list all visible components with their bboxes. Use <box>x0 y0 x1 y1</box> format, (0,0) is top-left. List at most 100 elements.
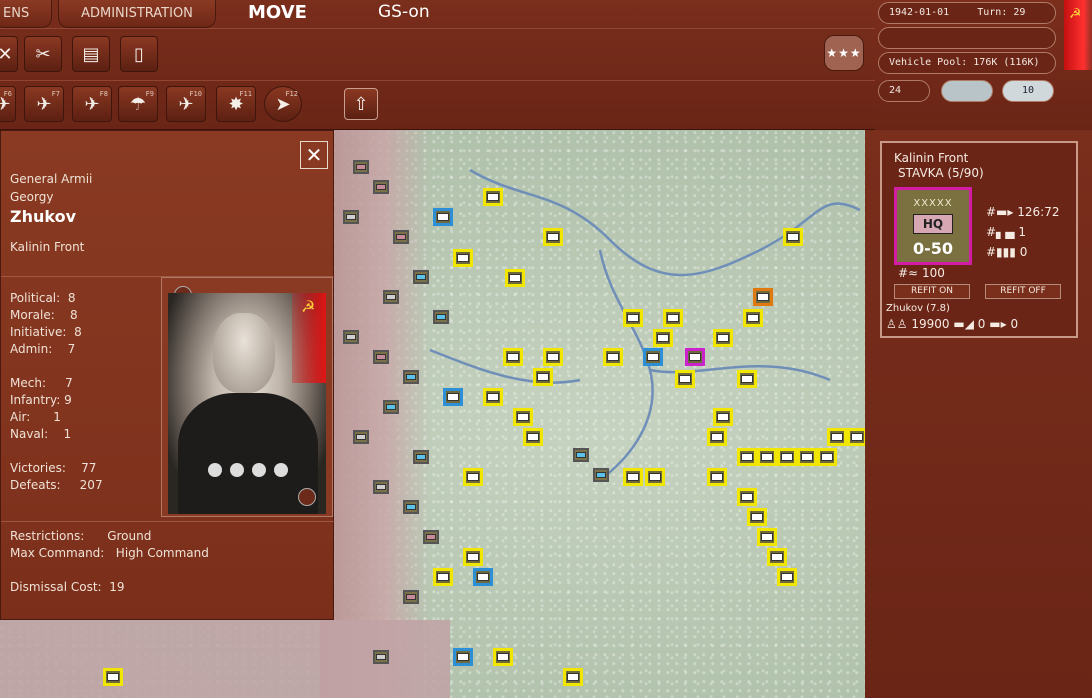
enemy-unit-counter[interactable] <box>343 330 359 344</box>
enemy-unit-counter[interactable] <box>353 160 369 174</box>
f9-button[interactable]: F9 ☂ <box>118 86 158 122</box>
enemy-unit-counter[interactable] <box>413 450 429 464</box>
unit-type: HQ <box>913 214 953 234</box>
refit-on-button[interactable]: REFIT ON <box>894 284 970 299</box>
unit-counter[interactable] <box>675 370 695 388</box>
unit-counter-orange[interactable] <box>753 288 773 306</box>
unit-counter-blue[interactable] <box>443 388 463 406</box>
enemy-unit-counter[interactable] <box>403 370 419 384</box>
unit-counter[interactable] <box>783 228 803 246</box>
enemy-unit-counter[interactable] <box>403 590 419 604</box>
cancel-button[interactable]: ✕ <box>0 36 18 72</box>
document-button[interactable]: ▯ <box>120 36 158 72</box>
unit-counter[interactable] <box>483 388 503 406</box>
unit-counter[interactable] <box>503 348 523 366</box>
close-button[interactable]: ✕ <box>300 141 328 169</box>
unit-counter-blue[interactable] <box>453 648 473 666</box>
unit-counter[interactable] <box>777 448 797 466</box>
unit-counter[interactable] <box>737 370 757 388</box>
leader-first-name: Georgy <box>10 190 54 204</box>
unit-counter[interactable] <box>563 668 583 686</box>
mode-move-label[interactable]: MOVE <box>248 2 307 23</box>
enemy-unit-counter[interactable] <box>423 530 439 544</box>
unit-counter[interactable] <box>623 468 643 486</box>
unit-counter[interactable] <box>797 448 817 466</box>
f11-button[interactable]: F11 ✸ <box>216 86 256 122</box>
unit-counter[interactable] <box>663 309 683 327</box>
enemy-unit-counter[interactable] <box>343 210 359 224</box>
difficulty-button[interactable]: ★★★ <box>824 35 864 71</box>
unit-counter[interactable] <box>767 548 787 566</box>
enemy-unit-counter[interactable] <box>373 180 389 194</box>
enemy-unit-counter[interactable] <box>573 448 589 462</box>
unit-counter[interactable] <box>543 228 563 246</box>
unit-counter[interactable] <box>713 329 733 347</box>
turn-label: Turn: 29 <box>977 7 1026 18</box>
enemy-unit-counter[interactable] <box>373 650 389 664</box>
stat-initiative: Initiative: 8 <box>10 325 82 339</box>
unit-counter[interactable] <box>827 428 847 446</box>
tab-partial[interactable]: ENS <box>0 0 52 28</box>
unit-counter[interactable] <box>493 648 513 666</box>
unit-counter[interactable] <box>103 668 123 686</box>
unit-counter[interactable] <box>707 468 727 486</box>
mode-gs-label[interactable]: GS-on <box>378 2 430 22</box>
message-field <box>878 27 1056 49</box>
unit-counter[interactable] <box>847 428 865 446</box>
f6-button[interactable]: F6 ✈ <box>0 86 16 122</box>
hq-counter[interactable]: XXXXX HQ 0-50 <box>894 187 972 265</box>
unit-counter[interactable] <box>817 448 837 466</box>
enemy-unit-counter[interactable] <box>413 270 429 284</box>
unit-counter[interactable] <box>707 428 727 446</box>
enemy-unit-counter[interactable] <box>353 430 369 444</box>
unit-counter[interactable] <box>513 408 533 426</box>
leader-last-name: Zhukov <box>10 207 77 226</box>
enemy-unit-counter[interactable] <box>373 480 389 494</box>
unit-counter[interactable] <box>543 348 563 366</box>
soviet-flag: ☭ <box>292 293 326 383</box>
unit-counter-blue[interactable] <box>433 208 453 226</box>
unit-counter-blue[interactable] <box>643 348 663 366</box>
unit-counter[interactable] <box>653 329 673 347</box>
enemy-unit-counter[interactable] <box>433 310 449 324</box>
unit-counter[interactable] <box>453 249 473 267</box>
unit-counter[interactable] <box>505 269 525 287</box>
unit-counter[interactable] <box>757 528 777 546</box>
tab-administration[interactable]: ADMINISTRATION <box>58 0 216 28</box>
enemy-unit-counter[interactable] <box>383 400 399 414</box>
unit-counter-blue[interactable] <box>473 568 493 586</box>
unit-counter[interactable] <box>533 368 553 386</box>
enemy-unit-counter[interactable] <box>373 350 389 364</box>
f10-button[interactable]: F10 ✈ <box>166 86 206 122</box>
unit-commander: Zhukov (7.8) <box>886 303 950 314</box>
unit-counter[interactable] <box>777 568 797 586</box>
unit-counter[interactable] <box>433 568 453 586</box>
unit-counter[interactable] <box>463 548 483 566</box>
enemy-unit-counter[interactable] <box>393 230 409 244</box>
unit-counter[interactable] <box>713 408 733 426</box>
f12-button[interactable]: F12 ➤ <box>264 86 302 122</box>
enemy-unit-counter[interactable] <box>383 290 399 304</box>
unit-counter[interactable] <box>737 488 757 506</box>
unit-counter[interactable] <box>757 448 777 466</box>
rail-button[interactable]: ▤ <box>72 36 110 72</box>
selected-hq-counter[interactable] <box>685 348 705 366</box>
unit-counter[interactable] <box>623 309 643 327</box>
unit-counter[interactable] <box>483 188 503 206</box>
unit-counter[interactable] <box>463 468 483 486</box>
enemy-unit-counter[interactable] <box>403 500 419 514</box>
unit-counter[interactable] <box>743 309 763 327</box>
f7-button[interactable]: F7 ✈ <box>24 86 64 122</box>
unit-counter[interactable] <box>603 348 623 366</box>
unit-counter[interactable] <box>747 508 767 526</box>
portrait-knob[interactable] <box>298 488 316 506</box>
enemy-unit-counter[interactable] <box>593 468 609 482</box>
artillery-button[interactable]: ✂ <box>24 36 62 72</box>
value-right-field[interactable]: 10 <box>1002 80 1054 102</box>
unit-counter[interactable] <box>737 448 757 466</box>
upload-button[interactable]: ⇧ <box>344 88 378 120</box>
unit-counter[interactable] <box>523 428 543 446</box>
unit-counter[interactable] <box>645 468 665 486</box>
f8-button[interactable]: F8 ✈ <box>72 86 112 122</box>
refit-off-button[interactable]: REFIT OFF <box>985 284 1061 299</box>
